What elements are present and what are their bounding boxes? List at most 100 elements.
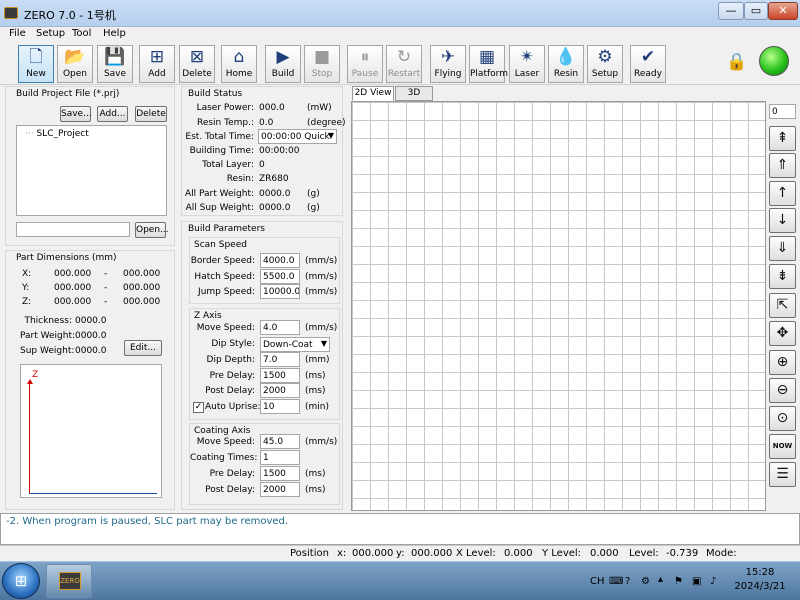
part-weight-value: 0000.0 [75, 331, 107, 341]
build-platform-grid[interactable] [351, 101, 766, 511]
tab-2d-view[interactable]: 2D View [352, 86, 394, 101]
lock-icon[interactable]: 🔒 [726, 52, 747, 74]
new-icon: 🗋 [29, 47, 43, 67]
top-most-icon[interactable]: ⇞ [769, 126, 796, 151]
toolbar-platform-button[interactable]: ▦ Platform [469, 45, 508, 83]
toolbar-save-button[interactable]: 💾 Save [97, 45, 133, 83]
jump-speed-field[interactable]: 10000.0 [260, 284, 300, 299]
toolbar-add-button[interactable]: ⊞ Add [139, 45, 175, 83]
taskbar-app-zero[interactable]: ZERO [46, 564, 92, 598]
dim-separator: - [104, 283, 108, 293]
down-icon[interactable]: ↓ [769, 208, 796, 233]
select-icon[interactable]: ⇱ [769, 293, 796, 318]
report-icon[interactable]: ☰ [769, 462, 796, 487]
toolbar-build-label: Build [271, 69, 295, 79]
help-icon[interactable]: ? [625, 576, 630, 587]
coating-times-field[interactable]: 1 [260, 450, 300, 465]
x-axis-line [29, 493, 157, 494]
project-add-button[interactable]: Add... [97, 106, 128, 122]
mode-label: Mode: [706, 548, 737, 559]
toolbar-open-button[interactable]: 📂 Open [57, 45, 93, 83]
dip-depth-field[interactable]: 7.0 [260, 352, 300, 367]
setup-icon: ⚙ [597, 47, 613, 67]
project-open-button[interactable]: Open... [135, 222, 169, 238]
build-status-title: Build Status [188, 89, 243, 99]
dims-edit-button[interactable]: Edit... [124, 340, 162, 356]
xlevel-value: 0.000 [504, 548, 533, 559]
delete-icon: ⊠ [189, 47, 205, 67]
auto-uprise-field[interactable]: 10 [260, 399, 300, 414]
toolbar-pause-label: Pause [351, 69, 379, 79]
close-button[interactable]: ✕ [768, 2, 798, 20]
toolbar-restart-button[interactable]: ↻ Restart [386, 45, 422, 83]
page-up-icon[interactable]: ⇑ [769, 153, 796, 178]
toolbar-resin-button[interactable]: 💧 Resin [548, 45, 584, 83]
hatch-speed-field[interactable]: 5500.0 [260, 269, 300, 284]
coating-post-delay-field[interactable]: 2000 [260, 482, 300, 497]
resin-temp-unit: (degree) [307, 118, 346, 128]
toolbar-home-button[interactable]: ⌂ Home [221, 45, 257, 83]
tree-item-slc-project[interactable]: ··· SLC_Project [25, 129, 89, 139]
zoom-fit-icon[interactable]: ⊙ [769, 406, 796, 431]
menu-file[interactable]: File [9, 28, 26, 39]
auto-uprise-label: Auto Uprise: [205, 402, 261, 412]
keyboard-icon[interactable]: ⌨ [609, 576, 623, 587]
toolbar-ready-button[interactable]: ✔ Ready [630, 45, 666, 83]
project-delete-button[interactable]: Delete [135, 106, 167, 122]
coating-move-speed-field[interactable]: 45.0 [260, 434, 300, 449]
network-icon[interactable]: ▣ [692, 576, 701, 587]
toolbar-delete-button[interactable]: ⊠ Delete [179, 45, 215, 83]
z-post-delay-field[interactable]: 2000 [260, 383, 300, 398]
toolbar-setup-button[interactable]: ⚙ Setup [587, 45, 623, 83]
project-path-field[interactable] [16, 222, 130, 237]
dim-max-value: 000.000 [123, 297, 161, 307]
dip-style-select[interactable]: Down-Coat ▼ [260, 337, 330, 352]
layer-field[interactable]: 0 [769, 104, 796, 119]
coating-move-speed-label: Move Speed: [196, 437, 255, 447]
maximize-button[interactable]: ▭ [744, 2, 768, 20]
dim-min-value: 000.000 [54, 283, 92, 293]
action-center-icon[interactable]: ⚑ [674, 576, 683, 587]
est-time-label: Est. Total Time: [185, 132, 254, 142]
all-sup-weight-label: All Sup Weight: [185, 203, 254, 213]
now-icon[interactable]: NOW [769, 434, 796, 459]
volume-icon[interactable]: ♪ [710, 576, 716, 587]
total-layer-label: Total Layer: [202, 160, 254, 170]
start-button[interactable]: ⊞ [2, 563, 40, 599]
project-tree[interactable]: ··· SLC_Project [16, 125, 167, 216]
z-post-delay-label: Post Delay: [205, 386, 255, 396]
zoom-out-icon[interactable]: ⊖ [769, 378, 796, 403]
border-speed-field[interactable]: 4000.0 [260, 253, 300, 268]
est-time-select[interactable]: 00:00:00 Quick ▼ [258, 129, 337, 144]
z-pre-delay-field[interactable]: 1500 [260, 368, 300, 383]
system-clock[interactable]: 15:28 2024/3/21 [725, 566, 795, 594]
minimize-button[interactable]: — [718, 2, 744, 20]
menu-tool[interactable]: Tool [72, 28, 91, 39]
tab-3d-view[interactable]: 3D View [395, 86, 433, 111]
menu-help[interactable]: Help [103, 28, 126, 39]
coating-pre-delay-field[interactable]: 1500 [260, 466, 300, 481]
tray-settings-icon[interactable]: ⚙ [641, 576, 650, 587]
menu-setup[interactable]: Setup [36, 28, 65, 39]
toolbar-flying-button[interactable]: ✈ Flying [430, 45, 466, 83]
toolbar-new-button[interactable]: 🗋 New [18, 45, 54, 83]
chevron-down-icon: ▼ [327, 131, 334, 140]
show-hidden-icons-icon[interactable]: ▴ [658, 574, 663, 585]
ime-indicator[interactable]: CH [590, 576, 605, 587]
z-move-speed-field[interactable]: 4.0 [260, 320, 300, 335]
laser-power-label: Laser Power: [196, 103, 254, 113]
toolbar-pause-button[interactable]: ⏸ Pause [347, 45, 383, 83]
page-down-icon[interactable]: ⇓ [769, 236, 796, 261]
toolbar-stop-button[interactable]: ■ Stop [304, 45, 340, 83]
flying-icon: ✈ [440, 47, 456, 67]
zoom-in-icon[interactable]: ⊕ [769, 350, 796, 375]
move-icon[interactable]: ✥ [769, 321, 796, 346]
auto-uprise-checkbox[interactable]: ✓ [193, 402, 204, 413]
z-move-speed-unit: (mm/s) [305, 323, 338, 333]
project-save-button[interactable]: Save... [60, 106, 92, 122]
pause-icon: ⏸ [360, 47, 370, 67]
up-icon[interactable]: ↑ [769, 181, 796, 206]
toolbar-laser-button[interactable]: ✴ Laser [509, 45, 545, 83]
bottom-most-icon[interactable]: ⇟ [769, 264, 796, 289]
toolbar-build-button[interactable]: ▶ Build [265, 45, 301, 83]
